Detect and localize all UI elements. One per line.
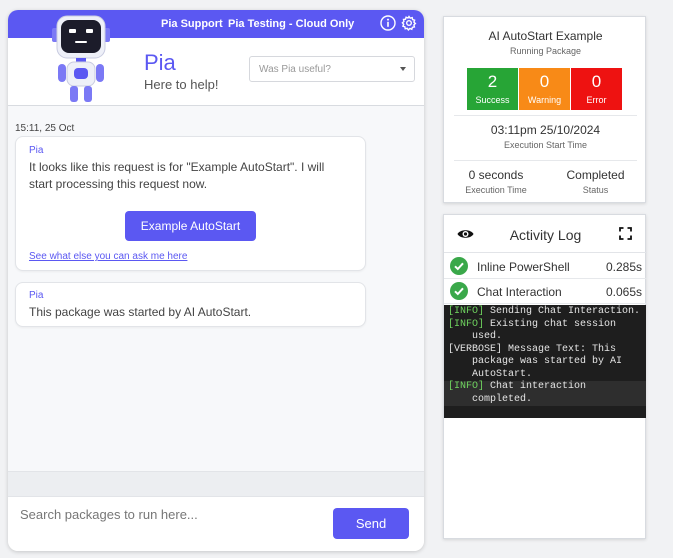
message-sender: Pia bbox=[29, 290, 44, 301]
run-package-button[interactable]: Example AutoStart bbox=[125, 211, 256, 241]
chat-panel: Pia Support Pia Testing - Cloud Only Pia… bbox=[8, 10, 424, 551]
error-count: 0 bbox=[591, 72, 602, 91]
step-name: Chat Interaction bbox=[477, 285, 562, 299]
log-text: Existing chat session used. bbox=[472, 318, 617, 343]
execution-status: Completed bbox=[566, 168, 625, 182]
log-tag: [INFO] bbox=[448, 306, 485, 317]
log-tag: [INFO] bbox=[448, 381, 485, 392]
gear-icon[interactable] bbox=[401, 15, 417, 31]
warning-label: Warning bbox=[527, 95, 562, 105]
assistant-name: Pia bbox=[144, 50, 176, 75]
info-icon[interactable] bbox=[380, 15, 396, 31]
console-line: [INFO] Existing chat session used. bbox=[444, 319, 646, 344]
package-title: AI AutoStart Example bbox=[488, 29, 603, 43]
start-time: 03:11pm 25/10/2024 bbox=[490, 123, 601, 137]
assistant-header: Pia Here to help! Was Pia useful? bbox=[8, 15, 424, 106]
log-step[interactable]: Inline PowerShell 0.285s bbox=[444, 254, 647, 279]
assistant-tagline: Here to help! bbox=[144, 77, 219, 92]
success-count: 2 bbox=[487, 72, 498, 91]
message-timestamp: 15:11, 25 Oct bbox=[15, 123, 75, 134]
step-name: Inline PowerShell bbox=[477, 260, 570, 274]
message-text: It looks like this request is for "Examp… bbox=[29, 160, 325, 191]
error-counter: 0 Error bbox=[571, 68, 622, 110]
divider bbox=[454, 160, 637, 161]
success-label: Success bbox=[475, 95, 510, 105]
package-status-card: AI AutoStart Example Running Package 2 S… bbox=[443, 16, 646, 203]
package-subtitle: Running Package bbox=[509, 46, 582, 56]
log-tag: [INFO] bbox=[448, 318, 485, 330]
robot-avatar bbox=[52, 15, 110, 102]
log-tag: [VERBOSE] bbox=[448, 343, 503, 355]
log-text: Sending Chat Interaction. bbox=[490, 306, 641, 317]
log-step[interactable]: Chat Interaction 0.065s bbox=[444, 279, 647, 304]
composer: Send bbox=[8, 496, 424, 551]
message-text: This package was started by AI AutoStart… bbox=[29, 305, 252, 319]
composer-divider bbox=[8, 471, 424, 496]
execution-duration-label: Execution Time bbox=[465, 185, 527, 195]
send-button[interactable]: Send bbox=[333, 508, 409, 539]
activity-log-card: Activity Log Inline PowerShell 0.285s Ch… bbox=[443, 214, 647, 539]
console-line: [VERBOSE] Message Text: This package was… bbox=[444, 344, 646, 382]
feedback-dropdown[interactable]: Was Pia useful? bbox=[249, 56, 415, 82]
fullscreen-icon[interactable] bbox=[619, 227, 632, 240]
chevron-down-icon bbox=[400, 67, 406, 71]
support-label: Pia Support bbox=[161, 18, 223, 30]
execution-duration: 0 seconds bbox=[468, 168, 524, 182]
execution-status-label: Status bbox=[582, 185, 609, 195]
activity-log-header: Activity Log bbox=[444, 215, 647, 253]
start-time-label: Execution Start Time bbox=[503, 140, 588, 150]
console-line: [INFO] Sending Chat Interaction. bbox=[444, 306, 646, 319]
search-input[interactable] bbox=[20, 503, 320, 525]
console-line: [INFO] Chat interaction completed. bbox=[444, 381, 646, 406]
message-bubble: Pia This package was started by AI AutoS… bbox=[15, 282, 366, 327]
step-duration: 0.285s bbox=[605, 260, 642, 274]
log-text: Chat interaction completed. bbox=[472, 381, 587, 405]
divider bbox=[454, 115, 637, 116]
log-console[interactable]: [INFO] Sending Chat Interaction. [INFO] … bbox=[444, 305, 646, 418]
check-circle-icon bbox=[450, 257, 468, 275]
warning-count: 0 bbox=[539, 72, 550, 91]
error-label: Error bbox=[586, 95, 607, 105]
message-sender: Pia bbox=[29, 145, 44, 156]
warning-counter: 0 Warning bbox=[519, 68, 570, 110]
help-link[interactable]: See what else you can ask me here bbox=[29, 251, 187, 262]
activity-log-title: Activity Log bbox=[509, 227, 582, 243]
check-circle-icon bbox=[450, 282, 468, 300]
feedback-placeholder: Was Pia useful? bbox=[259, 64, 331, 75]
success-counter: 2 Success bbox=[467, 68, 518, 110]
step-duration: 0.065s bbox=[605, 285, 642, 299]
message-bubble: Pia It looks like this request is for "E… bbox=[15, 136, 366, 271]
environment-label: Pia Testing - Cloud Only bbox=[228, 18, 355, 30]
